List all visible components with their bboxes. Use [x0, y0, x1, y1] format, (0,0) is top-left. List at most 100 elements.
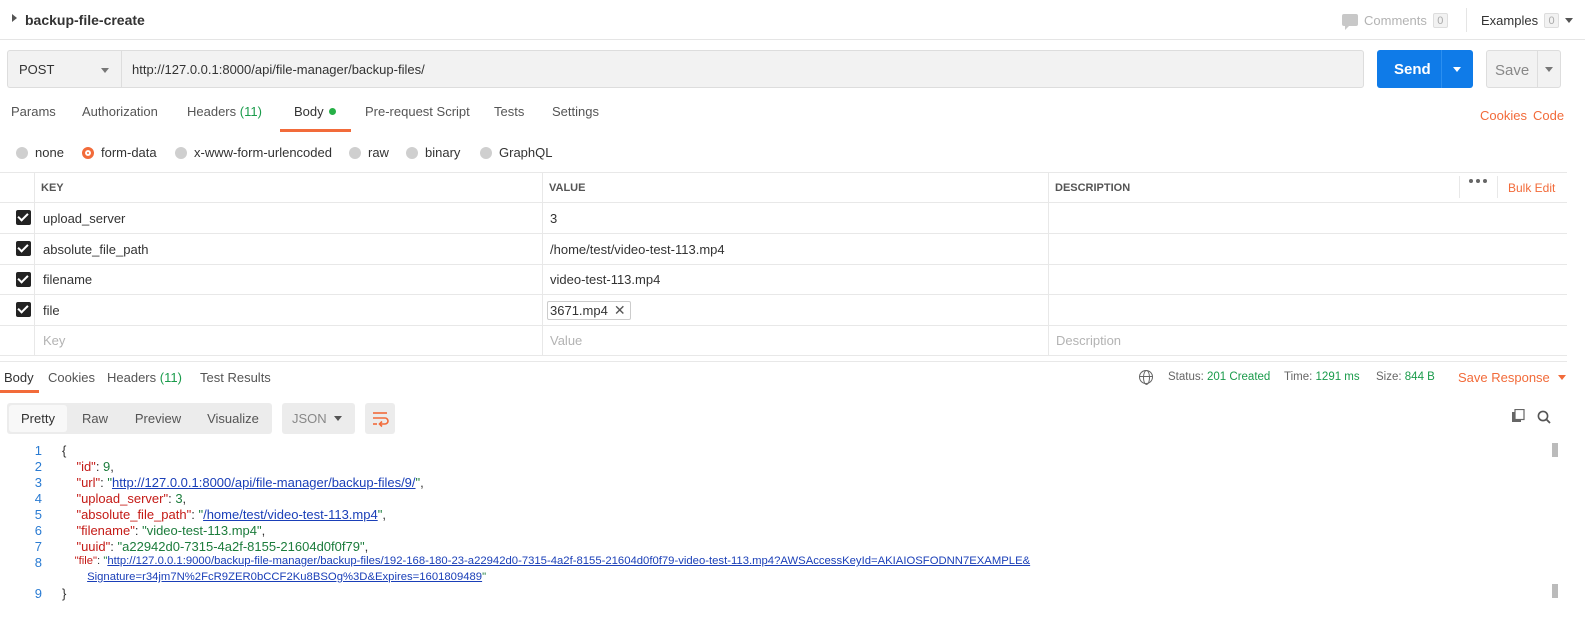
json-id: 9: [103, 459, 111, 474]
search-icon[interactable]: [1537, 410, 1551, 424]
save-options-chevron-icon[interactable]: [1545, 67, 1553, 72]
tab-prerequest-script[interactable]: Pre-request Script: [365, 104, 470, 119]
column-header-key: KEY: [41, 181, 64, 194]
url-input[interactable]: http://127.0.0.1:8000/api/file-manager/b…: [121, 50, 1364, 88]
json-filename: video-test-113.mp4: [146, 523, 258, 538]
url-value: http://127.0.0.1:8000/api/file-manager/b…: [132, 61, 425, 77]
json-url-link[interactable]: http://127.0.0.1:8000/api/file-manager/b…: [112, 475, 416, 490]
json-absolute-file-path-link[interactable]: /home/test/video-test-113.mp4: [203, 507, 378, 522]
active-tab-indicator: [280, 129, 351, 132]
radio-label: form-data: [101, 145, 157, 160]
radio-form-data[interactable]: form-data: [82, 145, 157, 160]
line-number: 9: [34, 586, 42, 601]
code-link[interactable]: Code: [1533, 108, 1564, 123]
method-select[interactable]: POST: [7, 50, 121, 88]
radio-label: binary: [425, 145, 461, 160]
new-description-input[interactable]: Description: [1049, 326, 1121, 355]
param-value[interactable]: 3: [543, 203, 557, 233]
response-tab-body[interactable]: Body: [4, 370, 34, 385]
collapse-caret-icon[interactable]: [12, 14, 17, 22]
view-pretty-button[interactable]: Pretty: [9, 405, 67, 432]
radio-raw[interactable]: raw: [349, 145, 389, 160]
radio-none[interactable]: none: [16, 145, 64, 160]
comments-button[interactable]: Comments 0: [1342, 10, 1448, 30]
params-table-header: KEY VALUE DESCRIPTION Bulk Edit: [0, 173, 1567, 203]
param-value[interactable]: /home/test/video-test-113.mp4: [543, 234, 725, 264]
size-value: 844 B: [1404, 371, 1435, 383]
response-tab-headers[interactable]: Headers (11): [107, 370, 182, 385]
save-response-button[interactable]: Save Response: [1458, 370, 1566, 385]
tab-tests[interactable]: Tests: [494, 104, 524, 119]
row-checkbox[interactable]: [16, 210, 31, 225]
response-tab-headers-count: (11): [159, 370, 182, 385]
format-value: JSON: [292, 411, 327, 426]
param-value[interactable]: video-test-113.mp4: [543, 265, 660, 294]
row-checkbox[interactable]: [16, 302, 31, 317]
chevron-down-icon: [1565, 17, 1574, 23]
view-raw-button[interactable]: Raw: [74, 403, 116, 434]
view-preview-button[interactable]: Preview: [128, 403, 188, 434]
new-value-input[interactable]: Value: [543, 326, 582, 355]
code-line: "upload_server": 3,: [76, 491, 187, 506]
view-visualize-button[interactable]: Visualize: [200, 403, 266, 434]
param-value: 3671.mp4 ✕: [547, 295, 631, 325]
tab-params[interactable]: Params: [11, 104, 56, 119]
globe-icon[interactable]: [1139, 370, 1153, 385]
tab-headers[interactable]: Headers (11): [187, 104, 262, 119]
code-line: Signature=r34jm7N%2FcR9ZER0bCCF2Ku8BSOg%…: [87, 571, 487, 583]
more-options-icon[interactable]: [1469, 179, 1487, 183]
remove-file-icon[interactable]: ✕: [614, 302, 626, 319]
tab-body-label: Body: [294, 104, 324, 119]
code-line: "filename": "video-test-113.mp4",: [76, 523, 266, 538]
save-button[interactable]: Save: [1486, 50, 1561, 88]
examples-label: Examples: [1481, 12, 1539, 28]
file-name: 3671.mp4: [550, 302, 608, 318]
radio-indicator: [406, 146, 418, 159]
format-select[interactable]: JSON: [282, 403, 355, 434]
response-tab-cookies[interactable]: Cookies: [48, 370, 95, 385]
tab-body[interactable]: Body: [294, 104, 336, 119]
copy-icon[interactable]: [1511, 409, 1525, 423]
scrollbar-thumb[interactable]: [1552, 584, 1558, 598]
response-tab-test-results[interactable]: Test Results: [200, 370, 271, 385]
radio-graphql[interactable]: GraphQL: [480, 145, 552, 160]
examples-button[interactable]: Examples 0: [1481, 10, 1574, 30]
time-label: Time:: [1284, 371, 1313, 383]
scrollbar-thumb[interactable]: [1552, 443, 1558, 457]
new-key-input[interactable]: Key: [36, 326, 65, 355]
send-label: Send: [1394, 61, 1431, 78]
radio-x-www-form-urlencoded[interactable]: x-www-form-urlencoded: [175, 145, 332, 160]
tab-headers-count: (11): [239, 104, 262, 119]
radio-label: none: [35, 145, 64, 160]
tab-settings[interactable]: Settings: [552, 104, 599, 119]
send-options-chevron-icon[interactable]: [1453, 67, 1461, 72]
file-chip[interactable]: 3671.mp4 ✕: [547, 300, 631, 320]
json-file-link-cont[interactable]: Signature=r34jm7N%2FcR9ZER0bCCF2Ku8BSOg%…: [87, 571, 482, 583]
wrap-lines-button[interactable]: [365, 403, 395, 434]
column-divider: [34, 173, 35, 356]
radio-binary[interactable]: binary: [406, 145, 460, 160]
divider: [1466, 8, 1467, 32]
param-key[interactable]: file: [36, 295, 60, 325]
cookies-link[interactable]: Cookies: [1480, 108, 1527, 123]
divider: [1537, 51, 1538, 87]
bulk-edit-link[interactable]: Bulk Edit: [1508, 181, 1555, 195]
row-checkbox[interactable]: [16, 272, 31, 287]
line-number: 2: [34, 459, 42, 474]
column-divider: [542, 173, 543, 356]
size-info: Size: 844 B: [1376, 371, 1435, 383]
param-key[interactable]: absolute_file_path: [36, 234, 149, 264]
tab-authorization[interactable]: Authorization: [82, 104, 158, 119]
param-key[interactable]: upload_server: [36, 203, 125, 233]
chevron-down-icon: [1557, 375, 1566, 380]
time-info: Time: 1291 ms: [1284, 371, 1360, 383]
row-checkbox[interactable]: [16, 241, 31, 256]
param-key[interactable]: filename: [36, 265, 92, 294]
column-divider: [1497, 176, 1498, 198]
json-file-link[interactable]: http://127.0.0.1:9000/backup-file-manage…: [107, 555, 1030, 567]
request-name[interactable]: backup-file-create: [25, 12, 145, 28]
status-info: Status: 201 Created: [1168, 371, 1270, 383]
table-row: file 3671.mp4 ✕: [0, 295, 1567, 326]
line-number: 5: [34, 507, 42, 522]
send-button[interactable]: Send: [1377, 50, 1473, 88]
